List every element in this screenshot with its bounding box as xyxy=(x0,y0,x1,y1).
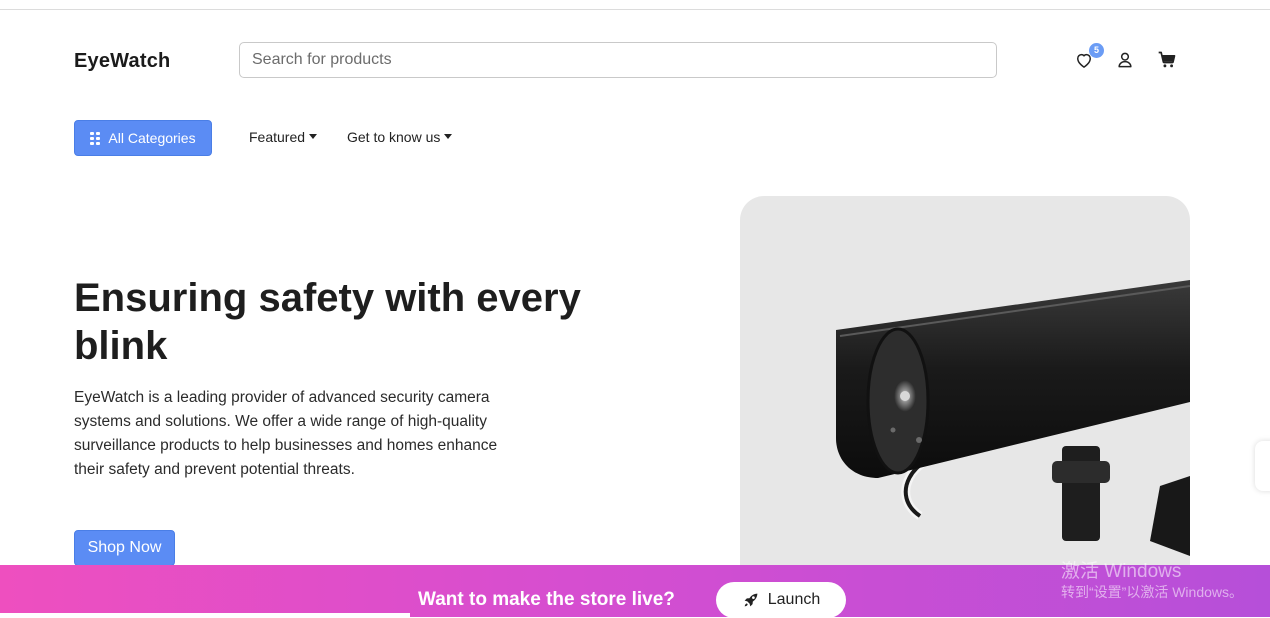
featured-label: Featured xyxy=(249,129,306,145)
all-categories-label: All Categories xyxy=(108,130,196,146)
windows-activation-hint: 转到“设置”以激活 Windows。 xyxy=(1061,584,1244,600)
wishlist-count-badge: 5 xyxy=(1089,43,1104,58)
user-icon xyxy=(1118,52,1132,68)
brand-logo[interactable]: EyeWatch xyxy=(74,50,170,73)
banner-text: Want to make the store live? xyxy=(418,589,675,610)
caret-down-icon xyxy=(309,133,318,139)
top-rule xyxy=(0,0,1270,10)
cart-icon xyxy=(1158,51,1176,68)
rocket-icon xyxy=(744,593,758,607)
launch-button[interactable]: Launch xyxy=(716,582,846,618)
launch-label: Launch xyxy=(767,591,821,608)
hero-description: EyeWatch is a leading provider of advanc… xyxy=(74,389,498,478)
side-drawer-tab[interactable] xyxy=(1255,441,1270,491)
security-camera-image xyxy=(836,280,1190,556)
get-to-know-us-dropdown[interactable]: Get to know us xyxy=(347,129,453,145)
hero-title: Ensuring safety with every blink xyxy=(74,276,581,368)
caret-down-icon xyxy=(444,133,453,139)
grid-icon xyxy=(90,132,101,145)
windows-activation-watermark: 激活 Windows xyxy=(1061,561,1182,582)
search-input[interactable] xyxy=(240,43,996,77)
search-bar[interactable] xyxy=(239,42,997,78)
bottom-strip xyxy=(0,613,410,617)
account-button[interactable] xyxy=(1115,50,1135,70)
get-to-know-us-label: Get to know us xyxy=(347,129,441,145)
featured-dropdown[interactable]: Featured xyxy=(249,129,318,145)
hero-image xyxy=(740,196,1190,596)
shop-now-button[interactable]: Shop Now xyxy=(74,530,175,566)
cart-button[interactable] xyxy=(1157,50,1177,70)
all-categories-button[interactable]: All Categories xyxy=(74,120,212,156)
